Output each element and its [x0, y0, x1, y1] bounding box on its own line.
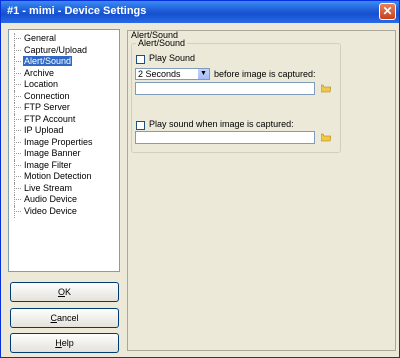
- ok-button-label: K: [65, 287, 72, 297]
- tree-item-label: Alert/Sound: [23, 56, 73, 66]
- play-sound-checkbox[interactable]: [136, 55, 145, 64]
- tree-item-archive[interactable]: Archive: [9, 67, 119, 80]
- tree-item-video-device[interactable]: Video Device: [9, 205, 119, 218]
- delay-select[interactable]: 2 Seconds ▼: [135, 68, 210, 80]
- tree-item-live-stream[interactable]: Live Stream: [9, 182, 119, 195]
- tree-connector: [14, 49, 21, 51]
- folder-icon[interactable]: [321, 84, 331, 93]
- tree-item-label: Live Stream: [24, 182, 73, 193]
- window-title: #1 - mimi - Device Settings: [7, 5, 147, 17]
- tree-item-label: FTP Account: [24, 113, 76, 124]
- tree-item-label: Connection: [24, 90, 70, 101]
- tree-item-label: General: [24, 33, 57, 43]
- tree-connector: [14, 44, 15, 57]
- tree-item-audio-device[interactable]: Audio Device: [9, 194, 119, 206]
- tree-connector: [14, 95, 21, 97]
- tree-connector: [14, 79, 15, 91]
- tree-connector: [14, 176, 21, 177]
- group-title: Alert/Sound: [136, 38, 188, 48]
- tree-item-label: Capture/Upload: [24, 44, 88, 55]
- folder-icon[interactable]: [321, 133, 331, 142]
- tree-connector: [14, 61, 21, 62]
- close-button[interactable]: ✕: [379, 3, 396, 20]
- tree-connector: [14, 107, 21, 108]
- tree-connector: [14, 210, 21, 212]
- tree-item-capture-upload[interactable]: Capture/Upload: [9, 44, 119, 57]
- tree-connector: [14, 205, 15, 218]
- tree-item-label: Image Filter: [24, 159, 72, 170]
- tree-connector: [14, 194, 15, 206]
- close-icon: ✕: [382, 4, 393, 18]
- tree-item-label: Video Device: [24, 205, 77, 216]
- tree-connector: [14, 118, 21, 120]
- tree-item-ip-upload[interactable]: IP Upload: [9, 125, 119, 137]
- tree-connector: [14, 102, 15, 114]
- tree-item-image-filter[interactable]: Image Filter: [9, 159, 119, 172]
- tree-item-label: Archive: [24, 67, 55, 78]
- tree-item-alert-sound[interactable]: Alert/Sound: [9, 56, 119, 68]
- tree-connector: [14, 90, 15, 103]
- tree-item-label: Location: [24, 79, 59, 89]
- ok-button-mnemonic: O: [57, 287, 65, 297]
- tree-connector: [14, 164, 21, 166]
- tree-item-label: Audio Device: [24, 194, 78, 204]
- tree-connector: [14, 182, 15, 195]
- tree-item-ftp-server[interactable]: FTP Server: [9, 102, 119, 114]
- tree-item-image-properties[interactable]: Image Properties: [9, 136, 119, 149]
- tree-item-ftp-account[interactable]: FTP Account: [9, 113, 119, 126]
- play-when-captured-checkbox[interactable]: [136, 121, 145, 130]
- sound-file-input-2[interactable]: [135, 131, 315, 144]
- tree-connector: [14, 84, 21, 85]
- tree-item-label: IP Upload: [24, 125, 64, 135]
- sound-file-input-1[interactable]: [135, 82, 315, 95]
- tree-item-label: Motion Detection: [24, 171, 92, 181]
- tree-item-label: Image Properties: [24, 136, 93, 147]
- tree-connector: [14, 67, 15, 80]
- tree-connector: [14, 148, 15, 160]
- cancel-button[interactable]: Cancel: [10, 308, 119, 328]
- tree-connector: [14, 72, 21, 74]
- help-button-label: elp: [61, 338, 74, 348]
- tree-item-label: Image Banner: [24, 148, 81, 158]
- chevron-down-icon[interactable]: ▼: [198, 69, 209, 79]
- settings-tree[interactable]: General Capture/Upload Alert/Sound Archive L…: [8, 29, 120, 272]
- tree-connector: [14, 113, 15, 126]
- tree-connector: [14, 38, 21, 39]
- tree-connector: [14, 141, 21, 143]
- ok-button[interactable]: OK: [10, 282, 119, 302]
- tree-item-location[interactable]: Location: [9, 79, 119, 91]
- tree-item-label: FTP Server: [24, 102, 70, 112]
- tree-item-general[interactable]: General: [9, 33, 119, 45]
- tree-connector: [14, 56, 15, 68]
- tree-connector: [14, 187, 21, 189]
- tree-connector: [14, 159, 15, 172]
- tree-connector: [14, 153, 21, 154]
- play-sound-label: Play Sound: [149, 53, 196, 63]
- tree-connector: [14, 136, 15, 149]
- delay-select-value: 2 Seconds: [138, 69, 181, 79]
- title-bar[interactable]: #1 - mimi - Device Settings ✕: [1, 1, 399, 23]
- tree-connector: [14, 199, 21, 200]
- before-capture-label: before image is captured:: [214, 69, 316, 79]
- tree-item-image-banner[interactable]: Image Banner: [9, 148, 119, 160]
- play-when-captured-label: Play sound when image is captured:: [149, 119, 294, 129]
- tree-item-motion-detection[interactable]: Motion Detection: [9, 171, 119, 183]
- tree-connector: [14, 125, 15, 137]
- tree-item-connection[interactable]: Connection: [9, 90, 119, 103]
- device-settings-window: #1 - mimi - Device Settings ✕ General Cap…: [0, 0, 400, 358]
- help-button[interactable]: Help: [10, 333, 119, 353]
- tree-connector: [14, 171, 15, 183]
- tree-connector: [14, 33, 15, 45]
- tree-connector: [14, 130, 21, 131]
- cancel-button-label: ancel: [56, 313, 79, 323]
